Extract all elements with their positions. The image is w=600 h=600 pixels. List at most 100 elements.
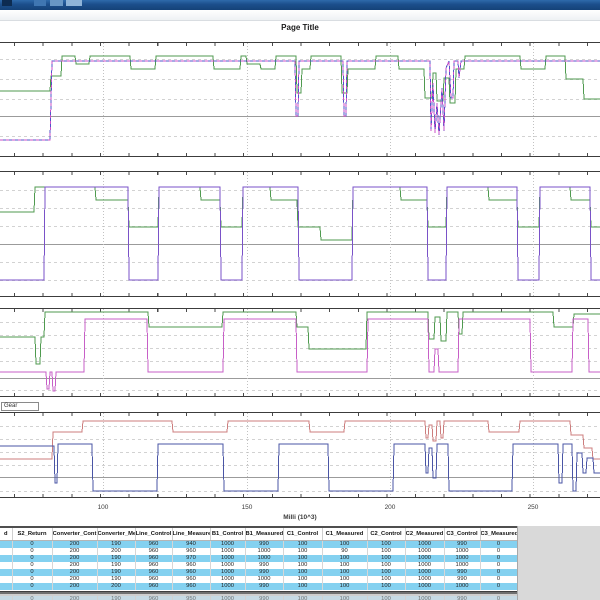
column-header[interactable]: C2_Control bbox=[367, 528, 406, 541]
plot-2[interactable] bbox=[0, 171, 600, 297]
table-row[interactable]: 0 200 190 960 940 1000 990 100 100 100 1000 990 0 bbox=[0, 540, 518, 548]
table-cell: 100 bbox=[283, 540, 323, 548]
column-header[interactable]: S2_Return bbox=[12, 528, 53, 541]
table-cell: 960 bbox=[135, 547, 173, 555]
table-cell: 100 bbox=[322, 568, 368, 576]
table-cell: 0 bbox=[480, 596, 517, 600]
column-header[interactable]: B1_Control bbox=[210, 528, 246, 541]
column-header[interactable]: C1_Control bbox=[283, 528, 323, 541]
plot-4[interactable] bbox=[0, 412, 600, 498]
table-cell: 990 bbox=[444, 568, 481, 576]
table-cell: 0 bbox=[480, 554, 518, 562]
column-header[interactable]: Line_Control bbox=[135, 528, 173, 541]
table-cell: 0 bbox=[480, 568, 518, 576]
table-cell: 190 bbox=[97, 540, 136, 548]
table-cell: 0 bbox=[12, 561, 53, 569]
table-cell: 100 bbox=[367, 568, 406, 576]
table-cell: 990 bbox=[245, 568, 284, 576]
table-cell: 1000 bbox=[405, 596, 445, 600]
table-cell: 960 bbox=[135, 540, 173, 548]
column-header[interactable]: C2_Measured bbox=[405, 528, 445, 541]
table-cell: 1000 bbox=[405, 561, 445, 569]
table-cell bbox=[0, 540, 13, 548]
series-green-line bbox=[0, 186, 600, 241]
x-axis-label: Milli (10^3) bbox=[283, 514, 317, 521]
table-cell: 960 bbox=[172, 568, 211, 576]
table-cell: 100 bbox=[367, 582, 406, 590]
table-row[interactable]: 0 200 200 960 960 1000 990 100 100 100 1000 1000 0 bbox=[0, 582, 518, 590]
table-cell: 100 bbox=[322, 561, 368, 569]
table-row[interactable]: 0 200 200 960 960 1000 1000 100 90 100 1000 1000 0 bbox=[0, 547, 518, 555]
window-titlebar[interactable] bbox=[0, 0, 600, 10]
table-cell: 1000 bbox=[210, 547, 246, 555]
waveform-canvas bbox=[0, 311, 600, 392]
table-cell: 1000 bbox=[444, 561, 481, 569]
column-header[interactable]: d bbox=[0, 528, 13, 541]
table-cell: 960 bbox=[172, 582, 211, 590]
x-tick-label: 250 bbox=[527, 504, 539, 511]
table-cell: 100 bbox=[367, 547, 406, 555]
column-header[interactable]: Line_Measured bbox=[172, 528, 211, 541]
table-cell: 190 bbox=[97, 575, 136, 583]
column-header[interactable]: C3_Measured bbox=[480, 528, 518, 541]
table-cell: 1000 bbox=[245, 554, 284, 562]
table-row[interactable]: 0 200 190 960 960 1000 990 100 100 100 1000 1000 0 bbox=[0, 561, 518, 569]
table-cell: 200 bbox=[97, 582, 136, 590]
table-cell: 0 bbox=[12, 596, 53, 600]
table-cell: 960 bbox=[135, 582, 173, 590]
column-header[interactable]: Converter_Cont bbox=[52, 528, 98, 541]
table-cell: 990 bbox=[444, 596, 481, 600]
plot-3[interactable] bbox=[0, 308, 600, 397]
table-cell: 960 bbox=[135, 561, 173, 569]
table-cell: 1000 bbox=[405, 554, 445, 562]
signal-table-panel: dS2_ReturnConverter_ContConverter_MeasLi… bbox=[0, 526, 518, 590]
table-row[interactable]: 0 200 190 960 960 1000 1000 100 100 100 1000 990 0 bbox=[0, 575, 518, 583]
table-cell bbox=[0, 575, 13, 583]
table-row[interactable]: 0 200 190 960 960 1000 990 100 100 100 1000 990 0 bbox=[0, 568, 518, 576]
table-cell: 960 bbox=[172, 561, 211, 569]
table-cell: 1000 bbox=[405, 568, 445, 576]
table-cell: 1000 bbox=[405, 540, 445, 548]
column-header[interactable]: B1_Measured bbox=[245, 528, 284, 541]
column-header[interactable]: C3_Control bbox=[444, 528, 481, 541]
titlebar-button[interactable] bbox=[2, 0, 12, 6]
column-header[interactable]: C1_Measured bbox=[322, 528, 368, 541]
titlebar-button[interactable] bbox=[34, 0, 46, 6]
table-cell: 0 bbox=[480, 540, 518, 548]
table-cell: 200 bbox=[52, 554, 98, 562]
toolbar bbox=[0, 10, 600, 21]
table-cell: 100 bbox=[322, 554, 368, 562]
table-cell: 970 bbox=[172, 554, 211, 562]
titlebar-button[interactable] bbox=[66, 0, 82, 6]
table-cell: 960 bbox=[135, 554, 173, 562]
table-cell: 0 bbox=[12, 540, 53, 548]
table-cell: 200 bbox=[52, 582, 98, 590]
table-row[interactable]: 0 200 190 960 950 1000 990 100 100 100 1000 990 0 bbox=[0, 596, 517, 600]
series-magenta-dashed-line bbox=[0, 60, 600, 141]
gear-legend-label: Gear bbox=[4, 403, 18, 409]
table-cell: 990 bbox=[444, 575, 481, 583]
table-cell: 1000 bbox=[210, 540, 246, 548]
table-cell: 0 bbox=[12, 568, 53, 576]
table-cell: 190 bbox=[97, 596, 136, 600]
x-axis: Milli (10^3) 100 150 200 250 bbox=[0, 498, 600, 526]
table-cell: 100 bbox=[283, 547, 323, 555]
gear-legend[interactable]: Gear bbox=[1, 402, 39, 411]
table-cell: 90 bbox=[322, 547, 368, 555]
plot-1[interactable] bbox=[0, 42, 600, 157]
table-cell: 100 bbox=[283, 582, 323, 590]
table-cell: 1000 bbox=[444, 547, 481, 555]
table-cell: 100 bbox=[283, 568, 323, 576]
titlebar-button[interactable] bbox=[50, 0, 63, 6]
table-cell: 0 bbox=[12, 582, 53, 590]
table-cell bbox=[0, 554, 13, 562]
table-cell: 990 bbox=[245, 596, 284, 600]
table-cell: 960 bbox=[135, 575, 173, 583]
column-header[interactable]: Converter_Meas bbox=[97, 528, 136, 541]
table-row[interactable]: 0 200 190 960 970 1000 1000 100 100 100 1000 1000 0 bbox=[0, 554, 518, 562]
series-green-line bbox=[0, 311, 600, 365]
series-green-line bbox=[0, 55, 600, 104]
table-cell: 950 bbox=[172, 596, 211, 600]
table-cell: 0 bbox=[12, 575, 53, 583]
table-cell: 200 bbox=[52, 540, 98, 548]
